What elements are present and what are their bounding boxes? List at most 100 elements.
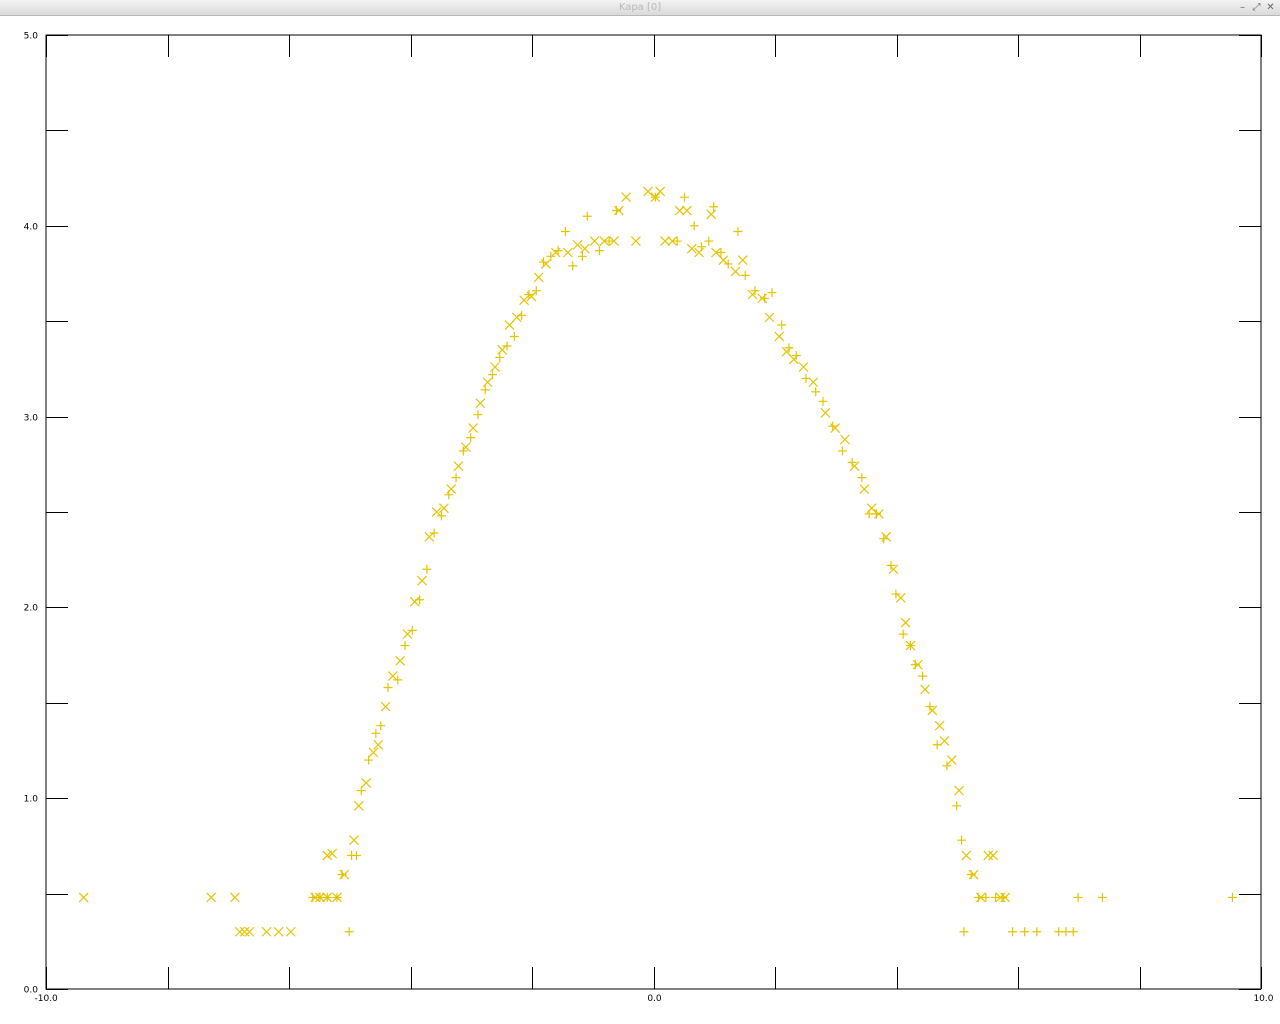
data-point-x (839, 434, 850, 445)
data-point-plus (767, 288, 777, 298)
data-point-plus (531, 286, 541, 296)
data-point-x (859, 484, 870, 495)
data-point-plus (932, 740, 942, 750)
data-point-x (630, 236, 641, 246)
data-point-plus (1020, 927, 1030, 937)
data-point-plus (568, 261, 578, 271)
maximize-icon[interactable]: ⤢ (1251, 1, 1262, 14)
data-point-plus (604, 236, 614, 246)
data-point-plus (509, 331, 519, 341)
data-point-plus (1008, 927, 1018, 937)
minimize-icon[interactable]: – (1237, 1, 1248, 14)
data-point-plus (679, 192, 689, 202)
data-point-x (387, 671, 398, 682)
data-point-plus (1068, 927, 1078, 937)
data-point-plus (760, 293, 770, 303)
data-point-x (244, 926, 255, 937)
data-point-x (895, 592, 906, 603)
data-point-x (730, 266, 741, 277)
data-point-plus (400, 641, 410, 651)
data-point-x (881, 531, 892, 542)
window-titlebar[interactable]: Kapa [0] – ⤢ ✕ (0, 0, 1280, 16)
data-point-x (395, 655, 406, 666)
data-point-x (533, 272, 544, 283)
data-point-x (424, 531, 435, 542)
data-point-plus (891, 589, 901, 599)
data-point-plus (594, 246, 604, 256)
data-point-x (946, 755, 957, 765)
x-tick-label: -10.0 (35, 994, 59, 1004)
close-icon[interactable]: ✕ (1265, 1, 1276, 14)
data-point-plus (364, 755, 374, 765)
data-point-x (353, 800, 364, 811)
data-point-plus (480, 385, 490, 395)
data-point-plus (733, 227, 743, 237)
data-point-x (468, 423, 478, 433)
data-point-plus (871, 509, 881, 519)
data-point-plus (857, 473, 867, 483)
data-point-x (285, 926, 296, 937)
data-point-plus (466, 433, 476, 443)
data-point-plus (393, 675, 403, 685)
data-point-x (380, 701, 391, 712)
data-point-x (798, 362, 809, 372)
data-point-x (774, 331, 785, 342)
data-point-x (747, 289, 758, 300)
data-point-x (681, 205, 692, 216)
data-point-plus (709, 202, 719, 212)
data-point-x (497, 344, 508, 355)
data-point-plus (1227, 892, 1237, 902)
data-point-x (417, 575, 427, 586)
data-point-plus (998, 892, 1008, 902)
data-point-x (820, 407, 831, 418)
data-point-plus (1032, 927, 1042, 937)
data-point-x (621, 192, 632, 203)
data-point-x (475, 398, 486, 409)
data-point-plus (1073, 892, 1083, 902)
data-point-plus (383, 683, 393, 693)
data-point-x (888, 564, 899, 575)
data-point-plus (577, 251, 587, 261)
data-point-x (655, 186, 666, 197)
data-point-x (541, 259, 551, 269)
data-point-plus (376, 721, 386, 731)
data-point-plus (898, 629, 908, 639)
data-point-plus (740, 270, 750, 280)
plot-canvas[interactable]: -10.0 0.0 10.00.01.02.03.04.05.0 (0, 16, 1280, 1024)
data-point-plus (560, 227, 570, 237)
data-point-plus (444, 490, 454, 500)
y-tick-label: 2.0 (24, 604, 39, 614)
data-point-plus (1097, 892, 1107, 902)
data-point-x (206, 892, 217, 903)
y-tick-label: 0.0 (24, 986, 39, 996)
data-point-plus (837, 446, 847, 456)
data-point-plus (422, 564, 432, 574)
data-point-plus (337, 870, 347, 880)
data-point-x (78, 892, 89, 903)
data-point-x (373, 739, 384, 750)
data-point-x (674, 205, 685, 216)
data-point-x (490, 362, 500, 372)
data-point-plus (495, 352, 505, 362)
data-point-x (482, 377, 493, 388)
data-point-plus (351, 850, 361, 860)
data-point-plus (344, 927, 354, 937)
data-point-plus (959, 927, 969, 937)
y-tick-label: 1.0 (24, 795, 39, 805)
data-point-x (830, 423, 841, 433)
data-point-plus (952, 801, 962, 811)
data-point-x (368, 747, 379, 758)
data-point-x (361, 778, 372, 788)
data-point-plus (407, 625, 417, 635)
data-point-plus (704, 236, 714, 246)
data-point-x (934, 720, 945, 731)
y-tick-label: 5.0 (24, 32, 39, 42)
data-point-x (954, 785, 964, 796)
data-point-x (737, 255, 748, 266)
data-point-x (511, 312, 522, 323)
data-point-plus (811, 387, 821, 397)
data-point-plus (942, 761, 952, 771)
data-point-plus (672, 236, 682, 246)
data-point-x (764, 312, 775, 323)
plot-border (45, 34, 1262, 990)
